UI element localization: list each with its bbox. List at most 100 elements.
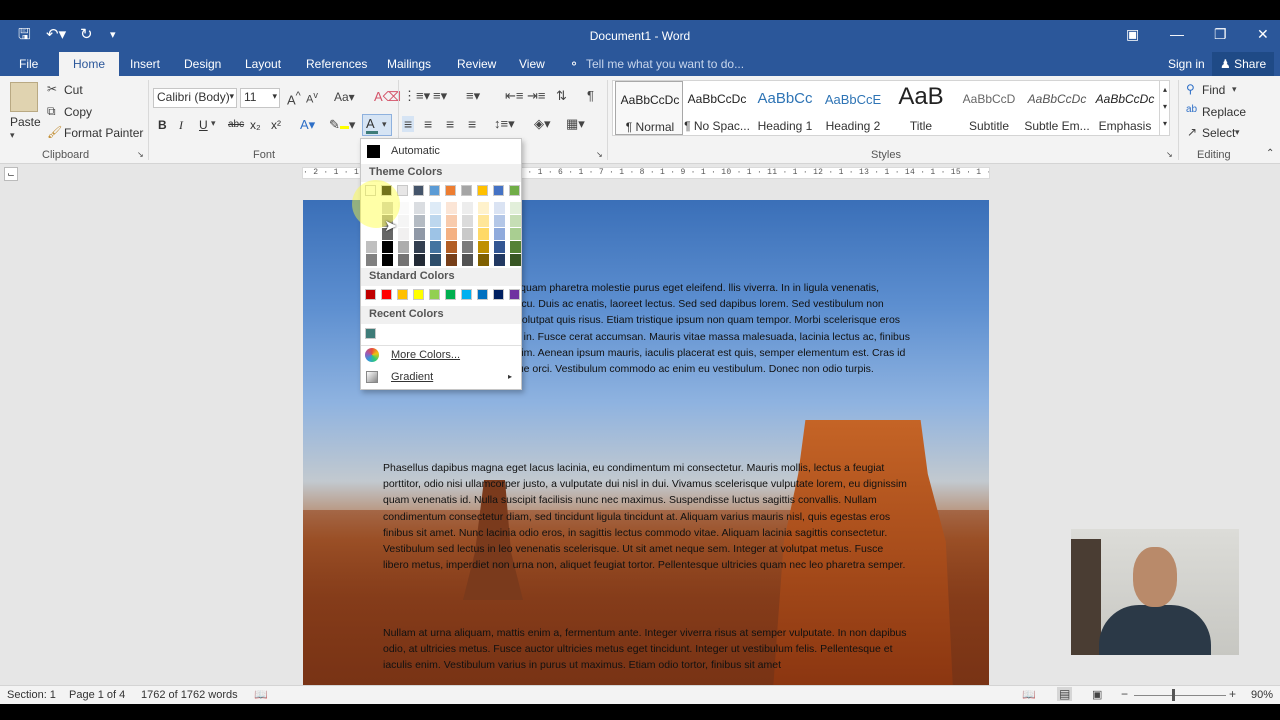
close-icon[interactable]: ✕ <box>1257 26 1269 43</box>
theme-color-shade[interactable] <box>382 254 393 266</box>
bullets-icon[interactable]: ⋮≡▾ <box>403 88 430 104</box>
word-count[interactable]: 1762 of 1762 words <box>141 689 238 701</box>
collapse-ribbon-icon[interactable]: ⌃ <box>1266 148 1274 159</box>
theme-color-shade[interactable] <box>430 202 441 214</box>
theme-color-shade[interactable] <box>494 202 505 214</box>
bold-button[interactable]: B <box>158 118 167 132</box>
theme-color-shade[interactable] <box>446 241 457 253</box>
theme-color-shade[interactable] <box>414 254 425 266</box>
standard-color-swatch[interactable] <box>365 289 376 300</box>
theme-color-shade[interactable] <box>478 202 489 214</box>
theme-color-shade[interactable] <box>478 228 489 240</box>
standard-color-swatch[interactable] <box>509 289 520 300</box>
tab-mailings[interactable]: Mailings <box>387 57 431 71</box>
theme-color-swatch[interactable] <box>445 185 456 196</box>
sort-icon[interactable]: ⇅ <box>556 88 567 104</box>
find-button[interactable]: Find <box>1202 83 1225 97</box>
theme-color-swatch[interactable] <box>509 185 520 196</box>
tab-selector-icon[interactable]: ⌙ <box>4 167 18 181</box>
theme-color-swatch[interactable] <box>413 185 424 196</box>
style-no-spacing[interactable]: AaBbCcDc ¶ No Spac... <box>683 81 751 135</box>
standard-color-swatch[interactable] <box>413 289 424 300</box>
numbering-icon[interactable]: ≡▾ <box>433 88 447 104</box>
copy-icon[interactable]: ⧉ <box>47 104 56 119</box>
style-subtitle[interactable]: AaBbCcD Subtitle <box>955 81 1023 135</box>
styles-scroll[interactable]: ▴ ▾ ▾ <box>1159 81 1170 135</box>
style-subtle-emphasis[interactable]: AaBbCcDc Subtle Em... <box>1023 81 1091 135</box>
theme-color-shade[interactable] <box>398 254 409 266</box>
standard-color-swatch[interactable] <box>397 289 408 300</box>
theme-color-shade[interactable] <box>510 215 521 227</box>
gradient-item[interactable]: Gradient ▸ <box>361 367 521 387</box>
superscript-button[interactable]: x² <box>271 118 281 132</box>
automatic-color-item[interactable]: Automatic <box>361 141 521 161</box>
italic-button[interactable]: I <box>179 118 183 133</box>
standard-color-swatch[interactable] <box>381 289 392 300</box>
theme-color-shade[interactable] <box>478 241 489 253</box>
sign-in-link[interactable]: Sign in <box>1168 57 1205 71</box>
proofing-icon[interactable]: 📖 <box>254 688 268 701</box>
theme-color-shade[interactable] <box>414 241 425 253</box>
multilevel-list-icon[interactable]: ≡▾ <box>466 88 480 104</box>
read-mode-icon[interactable]: 📖 <box>1022 688 1036 701</box>
theme-color-shade[interactable] <box>398 215 409 227</box>
tab-review[interactable]: Review <box>457 57 496 71</box>
styles-launcher-icon[interactable]: ↘ <box>1166 150 1173 159</box>
tab-file[interactable]: File <box>19 57 38 71</box>
theme-color-swatch[interactable] <box>477 185 488 196</box>
theme-color-shade[interactable] <box>430 254 441 266</box>
cut-button[interactable]: Cut <box>64 83 83 97</box>
theme-color-shade[interactable] <box>494 241 505 253</box>
style-title[interactable]: AaB Title <box>887 81 955 135</box>
theme-color-shade[interactable] <box>510 254 521 266</box>
strikethrough-button[interactable]: abc <box>228 119 244 130</box>
theme-color-shade[interactable] <box>446 254 457 266</box>
underline-button[interactable]: U <box>199 118 208 132</box>
theme-color-swatch[interactable] <box>429 185 440 196</box>
format-painter-button[interactable]: Format Painter <box>64 126 143 140</box>
print-layout-icon[interactable]: ▤ <box>1057 687 1073 701</box>
theme-color-shade[interactable] <box>414 215 425 227</box>
change-case-icon[interactable]: Aa▾ <box>334 90 355 104</box>
page-indicator[interactable]: Page 1 of 4 <box>69 689 125 701</box>
theme-color-shade[interactable] <box>494 215 505 227</box>
justify-icon[interactable]: ≡ <box>468 116 476 132</box>
search-icon[interactable]: ⚲ <box>1186 82 1195 96</box>
ribbon-display-icon[interactable]: ▣ <box>1126 26 1139 43</box>
zoom-out-icon[interactable]: − <box>1121 687 1128 701</box>
standard-color-swatch[interactable] <box>445 289 456 300</box>
paste-icon[interactable] <box>10 82 38 112</box>
theme-color-shade[interactable] <box>510 202 521 214</box>
theme-color-shade[interactable] <box>462 241 473 253</box>
share-button[interactable]: ♟ Share <box>1212 52 1275 76</box>
body-paragraph-2[interactable]: Phasellus dapibus magna eget lacus lacin… <box>383 460 911 573</box>
chevron-down-icon[interactable]: ▾ <box>1235 127 1240 138</box>
theme-color-shade[interactable] <box>478 215 489 227</box>
text-effects-icon[interactable]: A▾ <box>300 117 315 133</box>
line-spacing-icon[interactable]: ↕≡▾ <box>494 116 515 132</box>
align-right-icon[interactable]: ≡ <box>446 116 454 132</box>
theme-color-shade[interactable] <box>462 202 473 214</box>
paste-dropdown-icon[interactable]: ▾ <box>10 130 15 141</box>
theme-color-shade[interactable] <box>366 254 377 266</box>
decrease-indent-icon[interactable]: ⇤≡ <box>505 88 523 104</box>
theme-color-shade[interactable] <box>510 241 521 253</box>
theme-color-shade[interactable] <box>366 241 377 253</box>
increase-indent-icon[interactable]: ⇥≡ <box>527 88 545 104</box>
select-button[interactable]: Select <box>1202 126 1235 140</box>
theme-color-shade[interactable] <box>430 228 441 240</box>
standard-color-swatch[interactable] <box>429 289 440 300</box>
more-colors-item[interactable]: More Colors... <box>361 345 521 365</box>
style-normal[interactable]: AaBbCcDc ¶ Normal <box>615 81 683 135</box>
theme-color-shade[interactable] <box>446 215 457 227</box>
theme-color-swatch[interactable] <box>397 185 408 196</box>
theme-color-shade[interactable] <box>462 215 473 227</box>
theme-color-shade[interactable] <box>398 241 409 253</box>
tab-insert[interactable]: Insert <box>130 57 160 71</box>
subscript-button[interactable]: x₂ <box>250 118 261 132</box>
standard-color-swatch[interactable] <box>477 289 488 300</box>
theme-color-shade[interactable] <box>446 228 457 240</box>
shrink-font-icon[interactable]: Av <box>306 90 318 106</box>
zoom-slider[interactable] <box>1134 695 1226 696</box>
font-name-select[interactable]: Calibri (Body) ▾ <box>153 88 237 108</box>
